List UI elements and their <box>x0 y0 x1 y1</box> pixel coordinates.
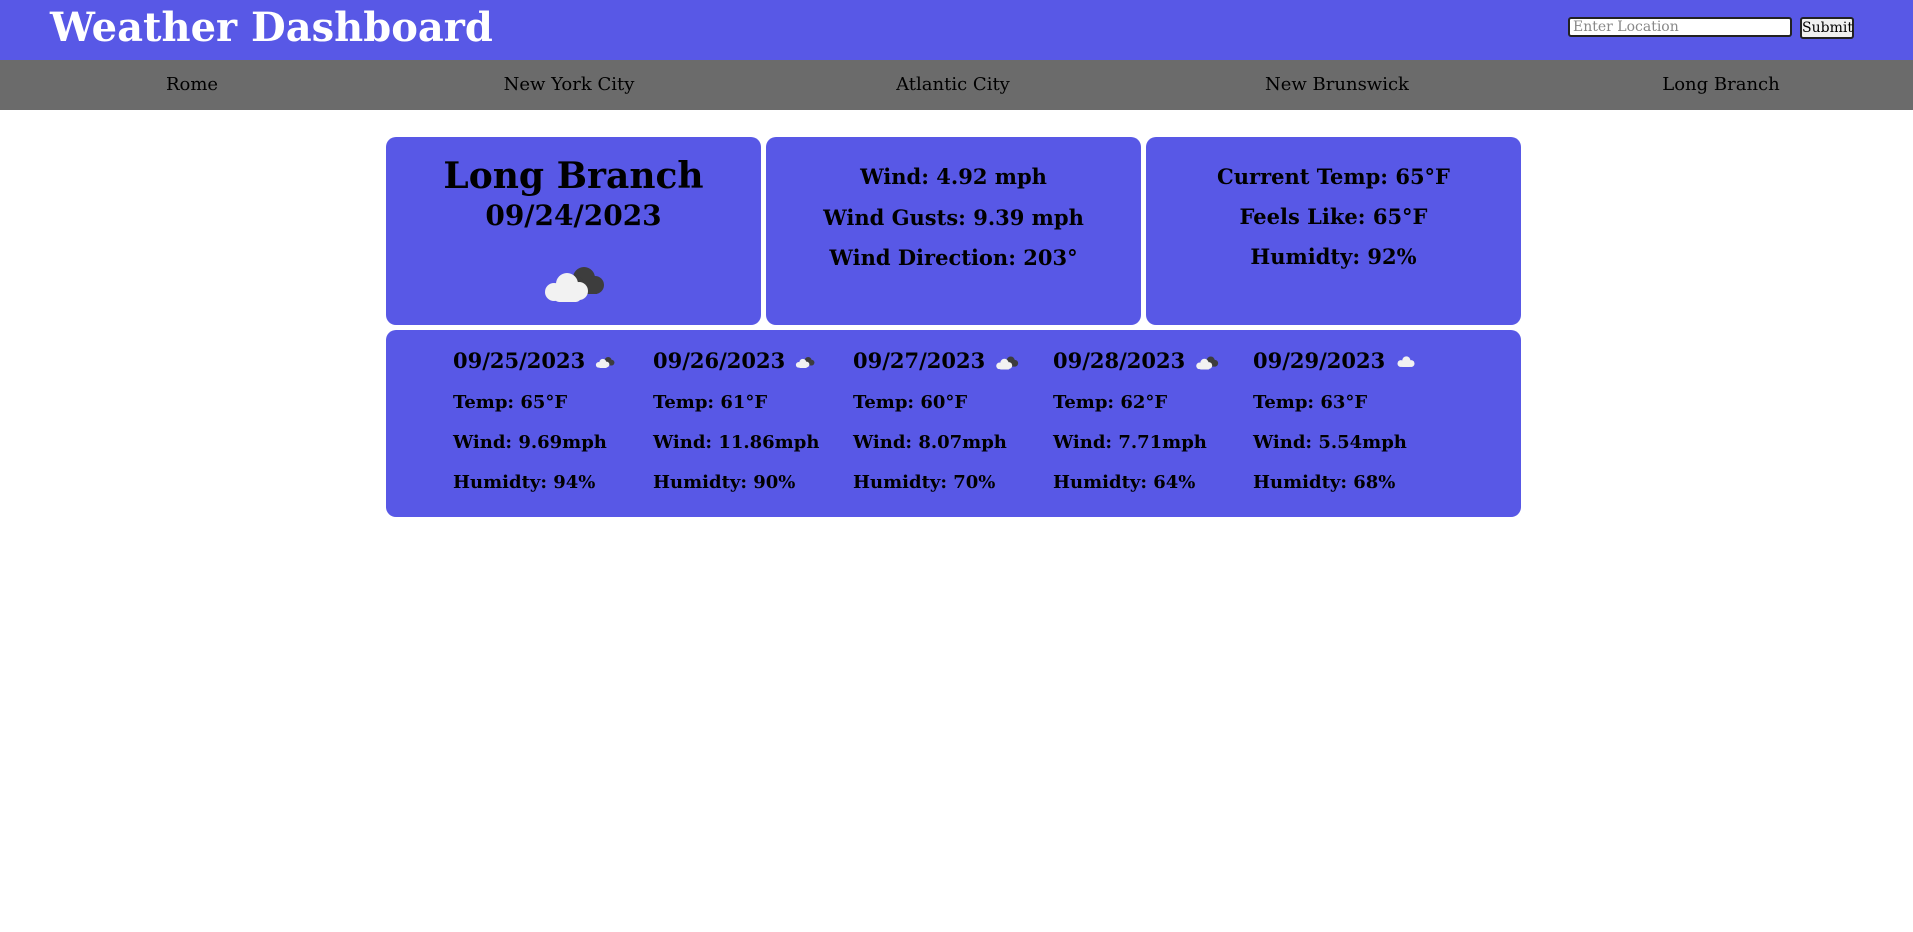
wind-card: Wind: 4.92 mph Wind Gusts: 9.39 mph Wind… <box>766 137 1141 325</box>
forecast-card: 09/25/2023 Temp: 65°F Wind: 9.69mph Humi… <box>386 330 1521 517</box>
forecast-date: 09/25/2023 <box>453 348 586 373</box>
current-date: 09/24/2023 <box>485 199 662 232</box>
temperature-card: Current Temp: 65°F Feels Like: 65°F Humi… <box>1146 137 1521 325</box>
forecast-humidity: Humidty: 68% <box>1253 472 1396 493</box>
forecast-wind: Wind: 7.71mph <box>1053 432 1207 453</box>
forecast-humidity: Humidty: 64% <box>1053 472 1196 493</box>
cloudy-icon <box>1194 354 1220 375</box>
forecast-date: 09/28/2023 <box>1053 348 1186 373</box>
forecast-date: 09/27/2023 <box>853 348 986 373</box>
cloudy-icon <box>594 354 616 373</box>
forecast-humidity: Humidty: 90% <box>653 472 796 493</box>
forecast-temp: Temp: 63°F <box>1253 392 1368 413</box>
wind-speed: Wind: 4.92 mph <box>860 164 1047 189</box>
humidity: Humidty: 92% <box>1250 244 1417 269</box>
forecast-temp: Temp: 65°F <box>453 392 568 413</box>
forecast-temp: Temp: 61°F <box>653 392 768 413</box>
submit-button[interactable]: Submit <box>1800 17 1854 39</box>
app-header: Weather Dashboard Submit <box>0 0 1913 60</box>
forecast-wind: Wind: 9.69mph <box>453 432 607 453</box>
city-link-new-york-city[interactable]: New York City <box>377 60 761 110</box>
forecast-wind: Wind: 11.86mph <box>653 432 820 453</box>
forecast-temp: Temp: 60°F <box>853 392 968 413</box>
city-link-long-branch[interactable]: Long Branch <box>1529 60 1913 110</box>
current-weather-card: Long Branch 09/24/2023 <box>386 137 761 325</box>
city-link-new-brunswick[interactable]: New Brunswick <box>1145 60 1529 110</box>
city-link-rome[interactable]: Rome <box>0 60 384 110</box>
forecast-date: 09/26/2023 <box>653 348 786 373</box>
forecast-date: 09/29/2023 <box>1253 348 1386 373</box>
forecast-wind: Wind: 5.54mph <box>1253 432 1407 453</box>
current-temp: Current Temp: 65°F <box>1217 164 1450 189</box>
forecast-wind: Wind: 8.07mph <box>853 432 1007 453</box>
cloudy-icon <box>794 354 816 373</box>
city-link-atlantic-city[interactable]: Atlantic City <box>761 60 1145 110</box>
app-title: Weather Dashboard <box>50 4 493 51</box>
location-search-input[interactable] <box>1568 17 1792 37</box>
city-nav: Rome New York City Atlantic City New Bru… <box>0 60 1913 110</box>
cloudy-icon <box>539 261 609 309</box>
forecast-humidity: Humidty: 94% <box>453 472 596 493</box>
cloudy-icon <box>994 354 1020 375</box>
forecast-temp: Temp: 62°F <box>1053 392 1168 413</box>
feels-like: Feels Like: 65°F <box>1239 204 1428 229</box>
cloudy-icon <box>1394 354 1418 373</box>
forecast-humidity: Humidty: 70% <box>853 472 996 493</box>
wind-direction: Wind Direction: 203° <box>829 245 1078 270</box>
city-name: Long Branch <box>443 155 704 197</box>
wind-gusts: Wind Gusts: 9.39 mph <box>823 205 1084 230</box>
